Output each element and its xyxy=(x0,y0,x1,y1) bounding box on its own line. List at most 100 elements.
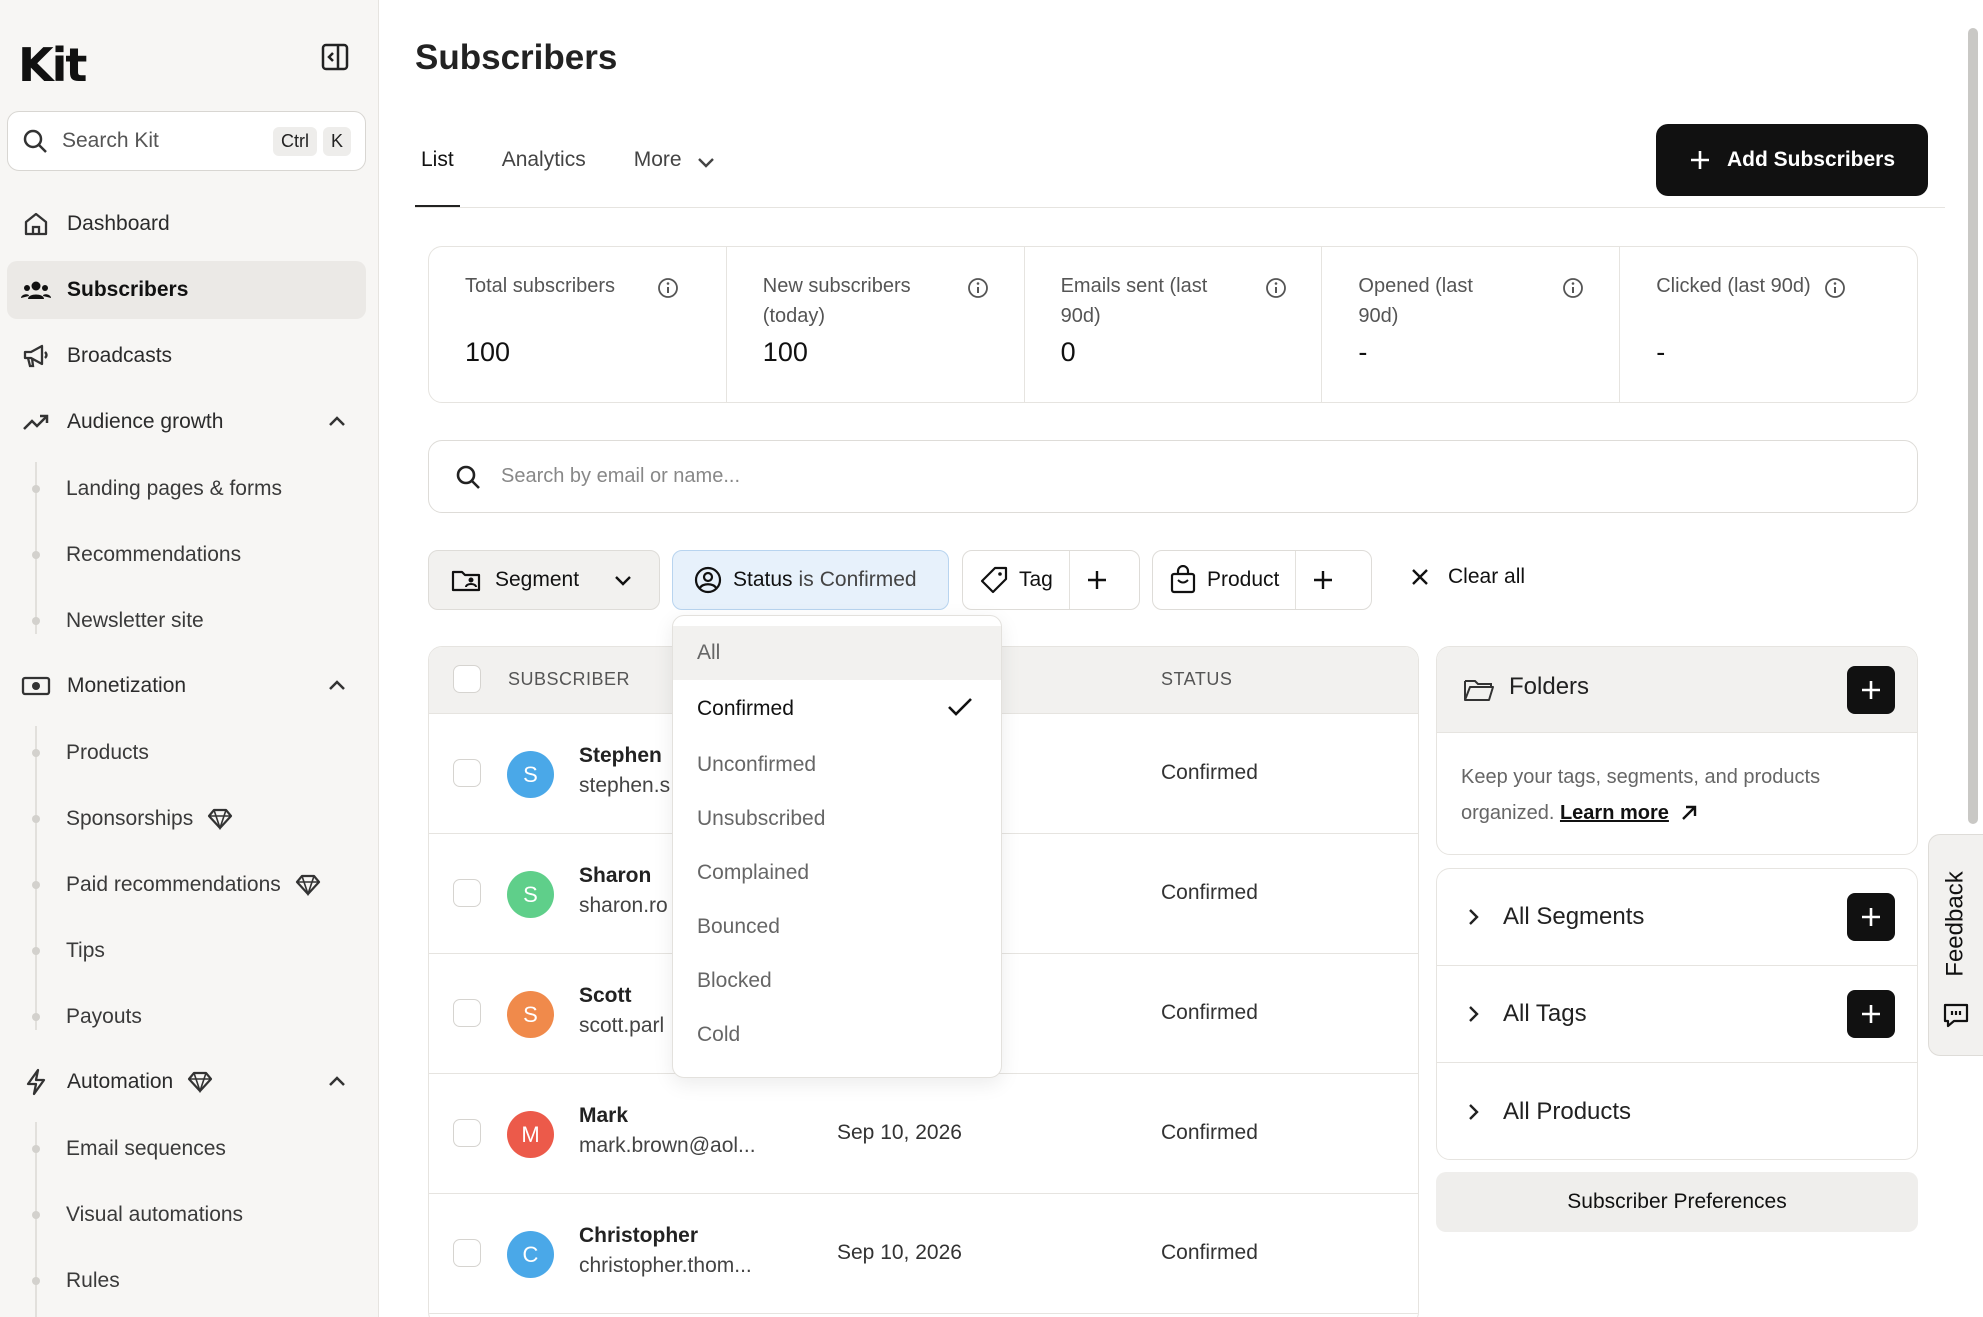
subscriber-preferences-button[interactable]: Subscriber Preferences xyxy=(1436,1172,1918,1232)
subscriber-search-input[interactable]: Search by email or name... xyxy=(428,440,1918,513)
sidebar-sub-sponsorships[interactable]: Sponsorships xyxy=(66,794,233,844)
row-checkbox[interactable] xyxy=(453,879,481,907)
select-all-checkbox[interactable] xyxy=(453,665,481,693)
row-checkbox[interactable] xyxy=(453,999,481,1027)
sidebar-item-subscribers[interactable]: Subscribers xyxy=(7,261,366,319)
plus-icon xyxy=(1087,571,1106,589)
info-icon[interactable] xyxy=(967,277,989,299)
chevron-right-icon xyxy=(1469,1103,1479,1120)
sidebar-item-broadcasts[interactable]: Broadcasts xyxy=(7,327,366,385)
row-checkbox[interactable] xyxy=(453,1239,481,1267)
stat-opened: Opened (last 90d) - xyxy=(1322,247,1621,402)
clear-all-button[interactable]: Clear all xyxy=(1410,565,1525,589)
folders-header: Folders xyxy=(1437,647,1917,733)
folder-user-icon xyxy=(451,570,481,592)
add-segment-button[interactable] xyxy=(1847,893,1895,941)
sidebar-sub-tips[interactable]: Tips xyxy=(66,926,105,976)
sidebar-sub-email-sequences[interactable]: Email sequences xyxy=(66,1124,226,1174)
status-option-blocked[interactable]: Blocked xyxy=(673,954,1001,1008)
add-subscribers-button[interactable]: Add Subscribers xyxy=(1656,124,1928,196)
info-icon[interactable] xyxy=(657,277,679,299)
table-row[interactable]: M Mark mark.brown@aol... Sep 10, 2026 Co… xyxy=(429,1074,1418,1194)
product-filter-button[interactable]: Product xyxy=(1153,551,1295,609)
page-scrollbar[interactable] xyxy=(1968,28,1978,824)
sidebar-sub-newsletter-site[interactable]: Newsletter site xyxy=(66,596,204,646)
sidebar-toggle-icon xyxy=(321,43,349,71)
status-option-confirmed[interactable]: Confirmed xyxy=(673,680,1001,738)
status-option-unconfirmed[interactable]: Unconfirmed xyxy=(673,738,1001,792)
sidebar-sub-visual-automations[interactable]: Visual automations xyxy=(66,1190,243,1240)
chevron-up-icon[interactable] xyxy=(326,411,348,433)
learn-more-link[interactable]: Learn more xyxy=(1560,795,1699,831)
sidebar-sub-paid-recommendations[interactable]: Paid recommendations xyxy=(66,860,321,910)
status-option-unsubscribed[interactable]: Unsubscribed xyxy=(673,792,1001,846)
stat-label: Opened (last 90d) xyxy=(1358,275,1473,327)
info-icon[interactable] xyxy=(1562,277,1584,299)
info-icon[interactable] xyxy=(1265,277,1287,299)
row-checkbox[interactable] xyxy=(453,1119,481,1147)
tag-filter: Tag xyxy=(962,550,1140,610)
feedback-label-wrap: Feedback xyxy=(1933,859,1979,989)
subscriber-name: Stephen xyxy=(579,744,662,767)
segment-filter-label: Segment xyxy=(495,568,580,591)
tag-filter-button[interactable]: Tag xyxy=(963,551,1069,609)
tree-dot xyxy=(32,551,40,559)
all-products-row[interactable]: All Products xyxy=(1437,1063,1917,1160)
sidebar-item-monetization[interactable]: Monetization xyxy=(7,657,366,715)
table-row[interactable]: C Christopher christopher.thom... Sep 10… xyxy=(429,1194,1418,1314)
tabs-divider xyxy=(415,207,1945,208)
page-title: Subscribers xyxy=(415,38,618,77)
tree-dot xyxy=(32,1211,40,1219)
sidebar-sub-products[interactable]: Products xyxy=(66,728,149,778)
tag-filter-label: Tag xyxy=(1019,568,1053,591)
folder-lists: All Segments All Tags All Products xyxy=(1436,868,1918,1160)
all-tags-row[interactable]: All Tags xyxy=(1437,966,1917,1063)
sidebar-item-audience-growth[interactable]: Audience growth xyxy=(7,393,366,451)
sidebar-sub-recommendations[interactable]: Recommendations xyxy=(66,530,241,580)
add-tag-button[interactable] xyxy=(1847,990,1895,1038)
row-checkbox[interactable] xyxy=(453,759,481,787)
tab-analytics[interactable]: Analytics xyxy=(496,140,592,208)
sidebar-item-dashboard[interactable]: Dashboard xyxy=(7,195,366,253)
segment-filter[interactable]: Segment xyxy=(428,550,660,610)
status-option-bounced[interactable]: Bounced xyxy=(673,900,1001,954)
add-product-filter-button[interactable] xyxy=(1296,551,1350,609)
chevron-up-icon[interactable] xyxy=(326,1071,348,1093)
tab-list[interactable]: List xyxy=(415,140,460,208)
all-segments-label: All Segments xyxy=(1503,903,1645,930)
subscriber-email: christopher.thom... xyxy=(579,1254,752,1277)
status-option-all[interactable]: All xyxy=(673,626,1001,680)
megaphone-icon xyxy=(21,341,51,371)
subscriber-search-placeholder: Search by email or name... xyxy=(501,465,740,487)
chevron-up-icon[interactable] xyxy=(326,675,348,697)
tag-icon xyxy=(980,566,1008,594)
sidebar-sub-label: Paid recommendations xyxy=(66,873,281,896)
status-option-cold[interactable]: Cold xyxy=(673,1008,1001,1062)
search-kit-input[interactable]: Search Kit Ctrl K xyxy=(7,111,366,171)
sidebar-item-automation[interactable]: Automation xyxy=(7,1053,366,1111)
avatar: S xyxy=(507,871,554,918)
sidebar-sub-rules[interactable]: Rules xyxy=(66,1256,120,1306)
info-icon[interactable] xyxy=(1824,277,1846,299)
add-tag-filter-button[interactable] xyxy=(1070,551,1124,609)
subscriber-status: Confirmed xyxy=(1161,1241,1258,1264)
tab-more[interactable]: More xyxy=(628,140,722,208)
tree-dot xyxy=(32,947,40,955)
sidebar-sub-landing-pages[interactable]: Landing pages & forms xyxy=(66,464,282,514)
kit-logo[interactable]: Kit xyxy=(18,38,87,92)
tree-dot xyxy=(32,749,40,757)
tree-dot xyxy=(32,617,40,625)
subscriber-status: Confirmed xyxy=(1161,881,1258,904)
gem-icon xyxy=(208,808,233,830)
add-subscribers-label: Add Subscribers xyxy=(1726,148,1896,171)
product-filter: Product xyxy=(1152,550,1372,610)
tree-dot xyxy=(32,1013,40,1021)
status-option-complained[interactable]: Complained xyxy=(673,846,1001,900)
collapse-sidebar-button[interactable] xyxy=(320,42,350,72)
add-folder-button[interactable] xyxy=(1847,666,1895,714)
status-filter[interactable]: Status is Confirmed xyxy=(672,550,949,610)
all-segments-row[interactable]: All Segments xyxy=(1437,869,1917,966)
sidebar-sub-payouts[interactable]: Payouts xyxy=(66,992,142,1042)
folders-title: Folders xyxy=(1509,673,1590,700)
feedback-tab[interactable]: Feedback xyxy=(1928,834,1983,1056)
